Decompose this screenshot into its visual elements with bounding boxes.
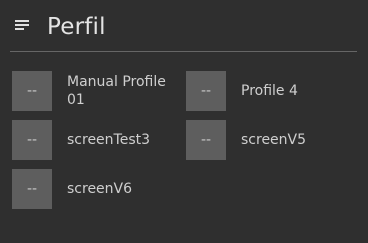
profile-thumbnail: --: [12, 71, 52, 111]
profile-name: Manual Profile 01: [67, 74, 166, 108]
header-divider: [10, 51, 357, 52]
profile-name: screenV5: [241, 132, 307, 148]
profile-item-screenv5[interactable]: -- screenV5: [186, 120, 346, 160]
profile-item-screenv6[interactable]: -- screenV6: [12, 169, 172, 209]
profile-thumbnail: --: [12, 169, 52, 209]
profile-name: screenTest3: [67, 132, 151, 148]
page-title: Perfil: [47, 14, 106, 40]
profile-name: screenV6: [67, 181, 133, 197]
playlist-menu-icon[interactable]: [15, 20, 31, 32]
profile-thumbnail: --: [186, 120, 226, 160]
profile-item-screentest3[interactable]: -- screenTest3: [12, 120, 172, 160]
profile-item-manual-profile-01[interactable]: -- Manual Profile 01: [12, 71, 172, 111]
panel-header: Perfil: [0, 0, 368, 52]
profile-item-profile-4[interactable]: -- Profile 4: [186, 71, 346, 111]
profile-name: Profile 4: [241, 83, 298, 99]
profile-thumbnail: --: [12, 120, 52, 160]
profile-thumbnail: --: [186, 71, 226, 111]
